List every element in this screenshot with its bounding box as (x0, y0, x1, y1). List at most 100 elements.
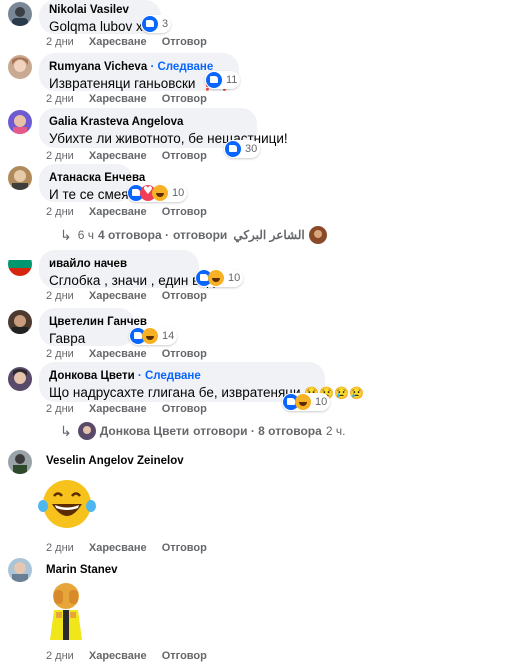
comment-text-row: Извратеняци ганьовски ❗❗ (49, 75, 233, 93)
comment-time[interactable]: 2 дни (46, 36, 74, 48)
comment-time[interactable]: 2 дни (46, 150, 74, 162)
reply-thread-link[interactable]: ↳ Донкова Цвети отговори · 8 отговора 2 … (60, 422, 345, 440)
avatar[interactable] (8, 110, 32, 134)
avatar[interactable] (8, 450, 32, 474)
avatar[interactable] (8, 55, 32, 79)
haha-reaction-icon (142, 328, 158, 344)
comment-author[interactable]: Донкова Цвети (49, 370, 135, 382)
avatar[interactable] (8, 2, 32, 26)
comment-bubble: ивайло начев Сглобка , значи , един вид … (39, 250, 223, 288)
comment-text: Извратеняци ганьовски (49, 76, 196, 91)
reply-arrow-icon: ↳ (60, 226, 72, 243)
reaction-count: 10 (228, 272, 241, 284)
comment-text: Убихте ли животното, бе нещастници! (49, 131, 288, 146)
comment-bubble: Galia Krasteva Angelova Убихте ли животн… (39, 108, 288, 148)
laughing-sticker (38, 478, 96, 535)
comment-bubble: Атанаска Енчева И те се смеят? (39, 164, 145, 202)
like-button[interactable]: Харесване (89, 36, 147, 48)
reply-button[interactable]: Отговор (162, 542, 207, 554)
comment-author[interactable]: ивайло начев (49, 257, 189, 271)
reply-label: отговори (172, 228, 228, 242)
reaction-count: 10 (315, 396, 328, 408)
reply-time: 2 ч. (325, 424, 346, 438)
like-button[interactable]: Харесване (89, 650, 147, 662)
facepalm-sticker (46, 580, 86, 649)
reaction-count: 30 (245, 143, 258, 155)
comment-bubble: Донкова Цвети · Следване Що надрусахте г… (39, 362, 364, 402)
reply-button[interactable]: Отговор (162, 348, 207, 360)
comment-actions: 2 дни Харесване Отговор (46, 348, 219, 360)
reaction-summary[interactable]: 3 (141, 15, 172, 33)
comment-time[interactable]: 2 дни (46, 403, 74, 415)
reply-arrow-icon: ↳ (60, 422, 72, 439)
reaction-summary[interactable]: 10 (282, 393, 331, 411)
like-reaction-icon (142, 16, 158, 32)
comment-author[interactable]: Nikolai Vasilev (49, 3, 151, 17)
comment-time[interactable]: 2 дни (46, 542, 74, 554)
like-reaction-icon (206, 72, 222, 88)
reaction-count: 14 (162, 330, 175, 342)
comment-time[interactable]: 2 дни (46, 650, 74, 662)
comment-text: Сглобка , значи , един вид . (49, 273, 223, 288)
comment-text-row: Що надрусахте глигана бе, извратеняци 😢😢… (49, 384, 364, 402)
comment-bubble: Цветелин Ганчев Гавра (39, 308, 147, 346)
comment-actions: 2 дни Харесване Отговор (46, 542, 219, 554)
like-button[interactable]: Харесване (89, 206, 147, 218)
reaction-count: 3 (162, 18, 169, 30)
reply-author: Донкова Цвети (99, 424, 190, 438)
comment-time[interactable]: 2 дни (46, 290, 74, 302)
reply-thread-link[interactable]: ↳ 6 ч 4 отговора · отговори الشاعر البرك… (60, 226, 331, 244)
reaction-count: 11 (226, 74, 238, 86)
reply-button[interactable]: Отговор (162, 403, 207, 415)
avatar[interactable] (8, 310, 32, 334)
like-button[interactable]: Харесване (89, 93, 147, 105)
comment-time[interactable]: 2 дни (46, 348, 74, 360)
comment-actions: 2 дни Харесване Отговор (46, 150, 219, 162)
comment-actions: 2 дни Харесване Отговор (46, 290, 219, 302)
follow-link[interactable]: · Следване (150, 61, 213, 73)
comment-author[interactable]: Veselin Angelov Zeinelov (46, 454, 184, 468)
comment-author[interactable]: Цветелин Ганчев (49, 315, 147, 329)
comment-author-row: Донкова Цвети · Следване (49, 369, 315, 383)
reaction-summary[interactable]: 10 (127, 184, 188, 202)
haha-reaction-icon (295, 394, 311, 410)
comment-actions: 2 дни Харесване Отговор (46, 206, 219, 218)
reply-avatar (77, 422, 96, 440)
reaction-summary[interactable]: 10 (195, 269, 244, 287)
comment-author[interactable]: Атанаска Енчева (49, 171, 145, 185)
avatar[interactable] (8, 166, 32, 190)
comment-author[interactable]: Galia Krasteva Angelova (49, 115, 247, 129)
comment-actions: 2 дни Харесване Отговор (46, 403, 219, 415)
comment-time[interactable]: 2 дни (46, 206, 74, 218)
like-button[interactable]: Харесване (89, 290, 147, 302)
comment-text: Golqma lubov xaa (49, 19, 158, 34)
haha-reaction-icon (152, 185, 168, 201)
like-button[interactable]: Харесване (89, 348, 147, 360)
reply-author: الشاعر البركي (233, 228, 305, 242)
avatar[interactable] (8, 558, 32, 582)
like-button[interactable]: Харесване (89, 150, 147, 162)
comment-author[interactable]: Rumyana Vicheva (49, 61, 147, 73)
reaction-count: 10 (172, 187, 185, 199)
follow-link[interactable]: · Следване (138, 370, 201, 382)
comment-author-row: Rumyana Vicheva · Следване (49, 60, 229, 74)
comment-actions: 2 дни Харесване Отговор (46, 650, 219, 662)
reply-button[interactable]: Отговор (162, 650, 207, 662)
comment-author[interactable]: Marin Stanev (46, 563, 118, 577)
reaction-summary[interactable]: 14 (129, 327, 178, 345)
reaction-summary[interactable]: 11 (205, 71, 241, 89)
avatar[interactable] (8, 367, 32, 391)
reply-button[interactable]: Отговор (162, 206, 207, 218)
reply-button[interactable]: Отговор (162, 36, 207, 48)
comment-time[interactable]: 2 дни (46, 93, 74, 105)
like-button[interactable]: Харесване (89, 403, 147, 415)
comment-actions: 2 дни Харесване Отговор (46, 93, 219, 105)
reply-button[interactable]: Отговор (162, 150, 207, 162)
reply-button[interactable]: Отговор (162, 290, 207, 302)
avatar[interactable] (8, 252, 32, 276)
reply-button[interactable]: Отговор (162, 93, 207, 105)
comment-text: И те се смеят? (49, 187, 143, 202)
reaction-summary[interactable]: 30 (224, 140, 261, 158)
haha-reaction-icon (208, 270, 224, 286)
like-button[interactable]: Харесване (89, 542, 147, 554)
